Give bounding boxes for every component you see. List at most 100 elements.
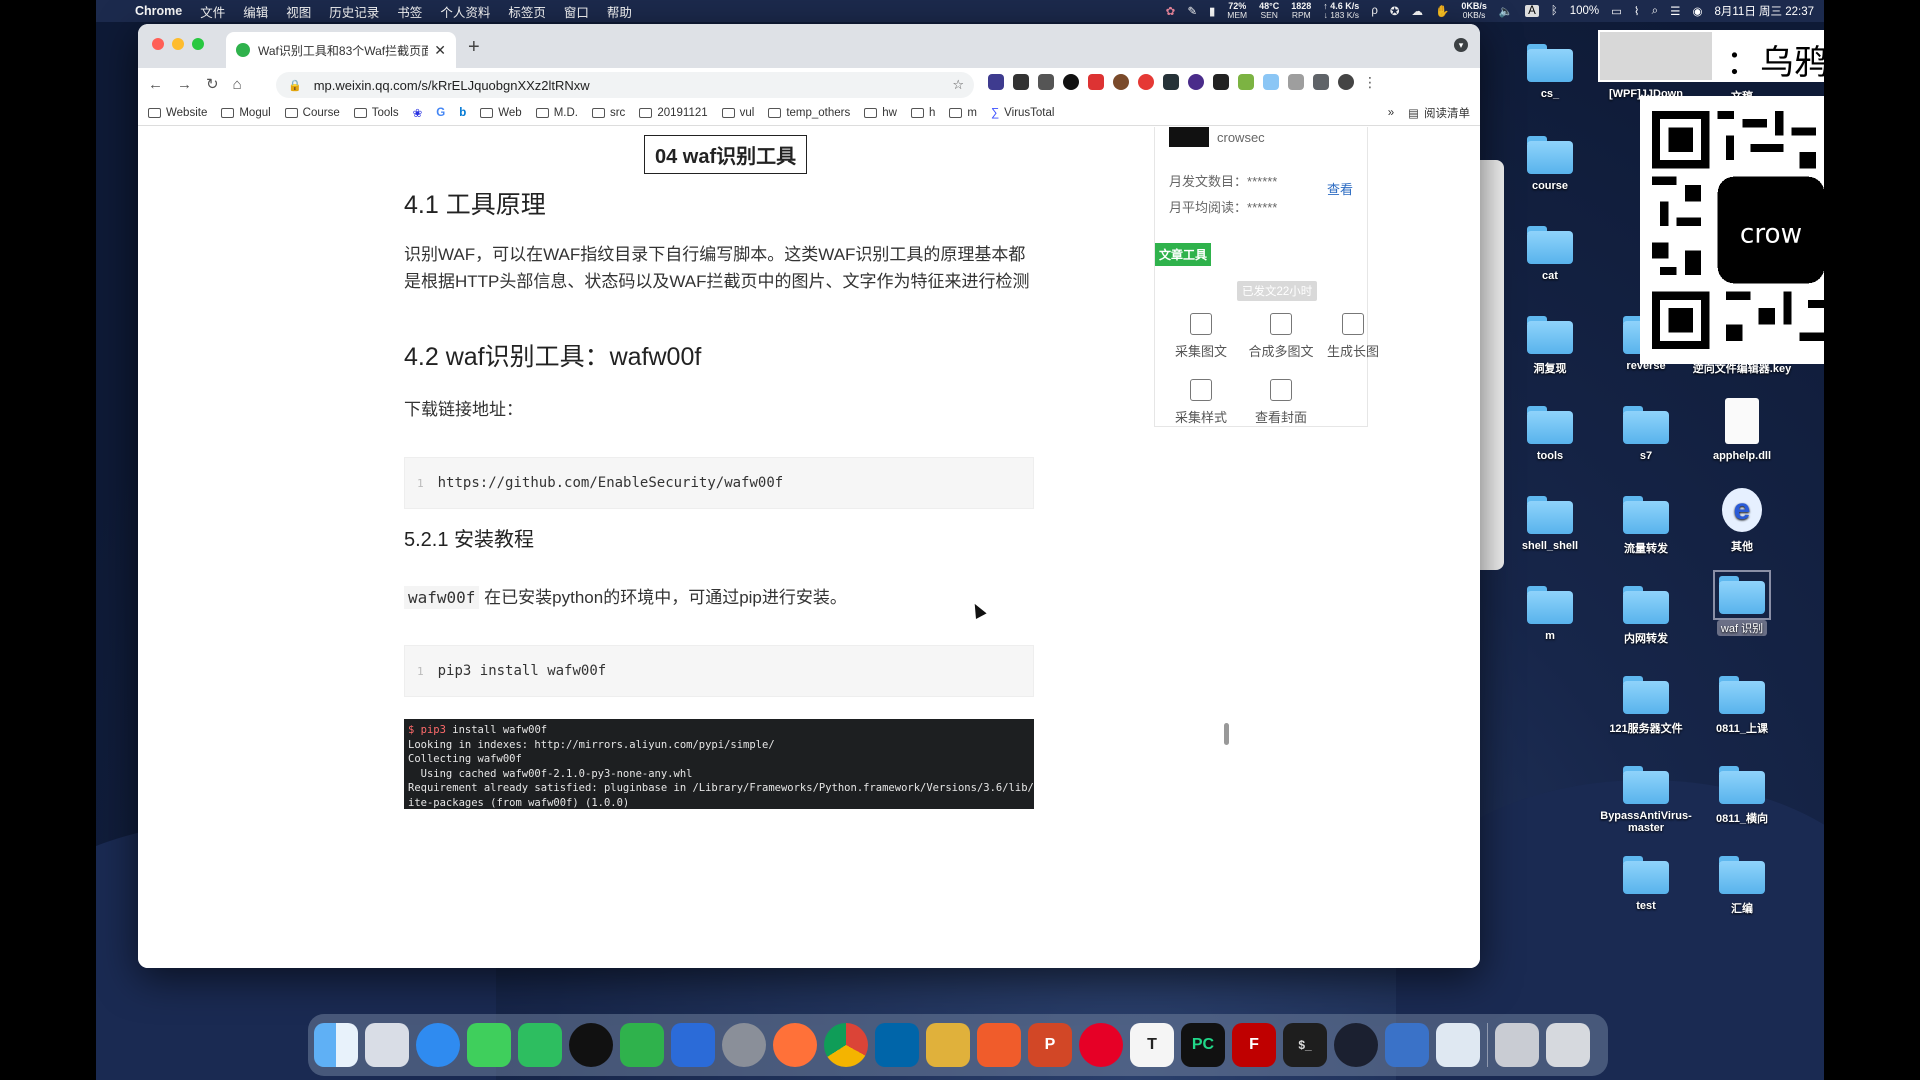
cloud-icon[interactable]: ☁ <box>1412 4 1424 18</box>
tab-close-icon[interactable]: ✕ <box>434 42 446 59</box>
trash-icon[interactable] <box>1546 1023 1590 1067</box>
bookmark-folder[interactable]: Website <box>148 107 207 119</box>
qq-icon[interactable] <box>569 1023 613 1067</box>
bookmark-folder[interactable]: m <box>949 107 977 119</box>
disk-image-icon[interactable] <box>1495 1023 1539 1067</box>
chrome-icon[interactable] <box>824 1023 868 1067</box>
bookmark-folder[interactable]: Tools <box>353 107 399 119</box>
wifi-off-icon[interactable]: ⌇ <box>1634 4 1640 18</box>
desktop-folder-tools[interactable]: tools <box>1500 406 1600 462</box>
extension-icon[interactable] <box>1088 74 1104 90</box>
typora-icon[interactable]: T <box>1130 1023 1174 1067</box>
code-block-url[interactable]: 1 https://github.com/EnableSecurity/wafw… <box>404 457 1034 509</box>
evernote-icon[interactable] <box>518 1023 562 1067</box>
extension-icon[interactable] <box>1038 74 1054 90</box>
minimize-window-button[interactable] <box>172 38 184 50</box>
bookmark-folder[interactable]: temp_others <box>768 107 850 119</box>
bookmark-folder[interactable]: Web <box>480 107 522 119</box>
menu-profiles[interactable]: 个人资料 <box>431 2 499 21</box>
new-tab-button[interactable]: + <box>468 36 480 59</box>
desktop-folder-class[interactable]: 0811_上课 <box>1692 676 1792 736</box>
cloud-app-icon[interactable] <box>1436 1023 1480 1067</box>
bookmark-folder[interactable]: src <box>591 107 625 119</box>
adblock-icon[interactable] <box>1138 74 1154 90</box>
google-bookmark-icon[interactable]: G <box>436 107 445 119</box>
chrome-menu-icon[interactable]: ⋮ <box>1363 74 1377 90</box>
battery-icon[interactable]: ▭ <box>1611 4 1622 18</box>
extension-icon[interactable] <box>1013 74 1029 90</box>
home-icon[interactable]: ⌂ <box>233 76 242 93</box>
profile-avatar-icon[interactable] <box>1338 74 1354 90</box>
merge-articles-button[interactable]: 合成多图文 <box>1243 313 1319 360</box>
vscode-icon[interactable] <box>875 1023 919 1067</box>
bookmark-folder[interactable]: 20191121 <box>639 107 708 119</box>
network-stat[interactable]: ↑ 4.6 K/s ↓ 183 K/s <box>1323 2 1359 20</box>
extension-icon[interactable] <box>1113 74 1129 90</box>
desktop-app-other[interactable]: e 其他 <box>1692 488 1792 554</box>
back-icon[interactable]: ← <box>148 76 163 93</box>
baidu-bookmark-icon[interactable]: ❀ <box>413 106 423 120</box>
pen-icon[interactable]: ✎ <box>1187 4 1197 18</box>
spotlight-icon[interactable]: ⌕ <box>1652 5 1658 18</box>
compass-icon[interactable]: ✪ <box>1390 4 1400 18</box>
desktop-folder-m[interactable]: m <box>1500 586 1600 642</box>
bing-bookmark-icon[interactable]: b <box>459 107 466 119</box>
bookmark-folder[interactable]: Mogul <box>221 107 271 119</box>
bookmarks-overflow-button[interactable]: » <box>1388 107 1394 119</box>
desktop-folder-s7[interactable]: s7 <box>1596 406 1696 462</box>
clock[interactable]: 8月11日 周三 22:37 <box>1714 3 1814 19</box>
address-bar[interactable]: 🔒 mp.weixin.qq.com/s/kRrELJquobgnXXz2ltR… <box>276 72 974 98</box>
desktop-folder-test[interactable]: test <box>1596 856 1696 912</box>
messages-icon[interactable] <box>467 1023 511 1067</box>
input-source-icon[interactable]: A <box>1525 5 1539 17</box>
lock-icon[interactable]: 🔒 <box>288 79 302 92</box>
view-cover-button[interactable]: 查看封面 <box>1243 379 1319 426</box>
bookmark-star-icon[interactable]: ☆ <box>952 77 964 93</box>
desktop-folder-intranet[interactable]: 内网转发 <box>1596 586 1696 646</box>
zoom-window-button[interactable] <box>192 38 204 50</box>
menu-window[interactable]: 窗口 <box>555 2 598 21</box>
hand-icon[interactable]: ✋ <box>1435 4 1449 18</box>
cocktail-app-icon[interactable] <box>926 1023 970 1067</box>
firefox-icon[interactable] <box>773 1023 817 1067</box>
filezilla-icon[interactable]: F <box>1232 1023 1276 1067</box>
menu-edit[interactable]: 编辑 <box>234 2 277 21</box>
finder-icon[interactable] <box>314 1023 358 1067</box>
netease-music-icon[interactable] <box>1079 1023 1123 1067</box>
reload-icon[interactable]: ↻ <box>206 75 219 93</box>
desktop-folder-vuln[interactable]: 洞复现 <box>1500 316 1600 376</box>
close-window-button[interactable] <box>152 38 164 50</box>
bookmark-virustotal[interactable]: ∑ VirusTotal <box>991 107 1055 119</box>
system-preferences-icon[interactable] <box>722 1023 766 1067</box>
menu-history[interactable]: 历史记录 <box>320 2 388 21</box>
desktop-folder-cat[interactable]: cat <box>1500 226 1600 282</box>
code-block-pip[interactable]: 1 pip3 install wafw00f <box>404 645 1034 697</box>
pycharm-icon[interactable]: PC <box>1181 1023 1225 1067</box>
wechat-icon[interactable] <box>620 1023 664 1067</box>
network-stat-2[interactable]: 0KB/s 0KB/s <box>1461 2 1487 20</box>
reading-list-button[interactable]: ▤ 阅读清单 <box>1408 105 1470 121</box>
menu-help[interactable]: 帮助 <box>598 2 641 21</box>
collect-style-button[interactable]: 采集样式 <box>1163 379 1239 426</box>
desktop-folder-bypass[interactable]: BypassAntiVirus-master <box>1596 766 1696 834</box>
menu-view[interactable]: 视图 <box>277 2 320 21</box>
menu-tabs[interactable]: 标签页 <box>499 2 555 21</box>
bookmark-folder[interactable]: M.D. <box>535 107 578 119</box>
control-center-icon[interactable]: ☰ <box>1670 4 1680 18</box>
bookmark-folder[interactable]: hw <box>864 107 897 119</box>
sensor-stat[interactable]: 48°C SEN <box>1259 2 1279 20</box>
volume-icon[interactable]: 🔈 <box>1499 4 1513 18</box>
desktop-folder-shell[interactable]: shell_shell <box>1500 496 1600 552</box>
flower-app-icon[interactable]: ✿ <box>1166 4 1176 18</box>
bluetooth-icon[interactable]: ᛒ <box>1551 5 1558 17</box>
mem-stat[interactable]: 72% MEM <box>1227 2 1247 20</box>
desktop-folder-asm[interactable]: 汇编 <box>1692 856 1792 916</box>
puzzle-icon[interactable] <box>1313 74 1329 90</box>
extension-icon[interactable] <box>1263 74 1279 90</box>
account-name[interactable]: crowsec <box>1217 130 1265 145</box>
extension-icon[interactable] <box>988 74 1004 90</box>
extension-icon[interactable] <box>1238 74 1254 90</box>
remote-desktop-icon[interactable] <box>1385 1023 1429 1067</box>
bookmark-icon[interactable]: ▮ <box>1209 4 1215 18</box>
menu-app-name[interactable]: Chrome <box>126 4 191 18</box>
